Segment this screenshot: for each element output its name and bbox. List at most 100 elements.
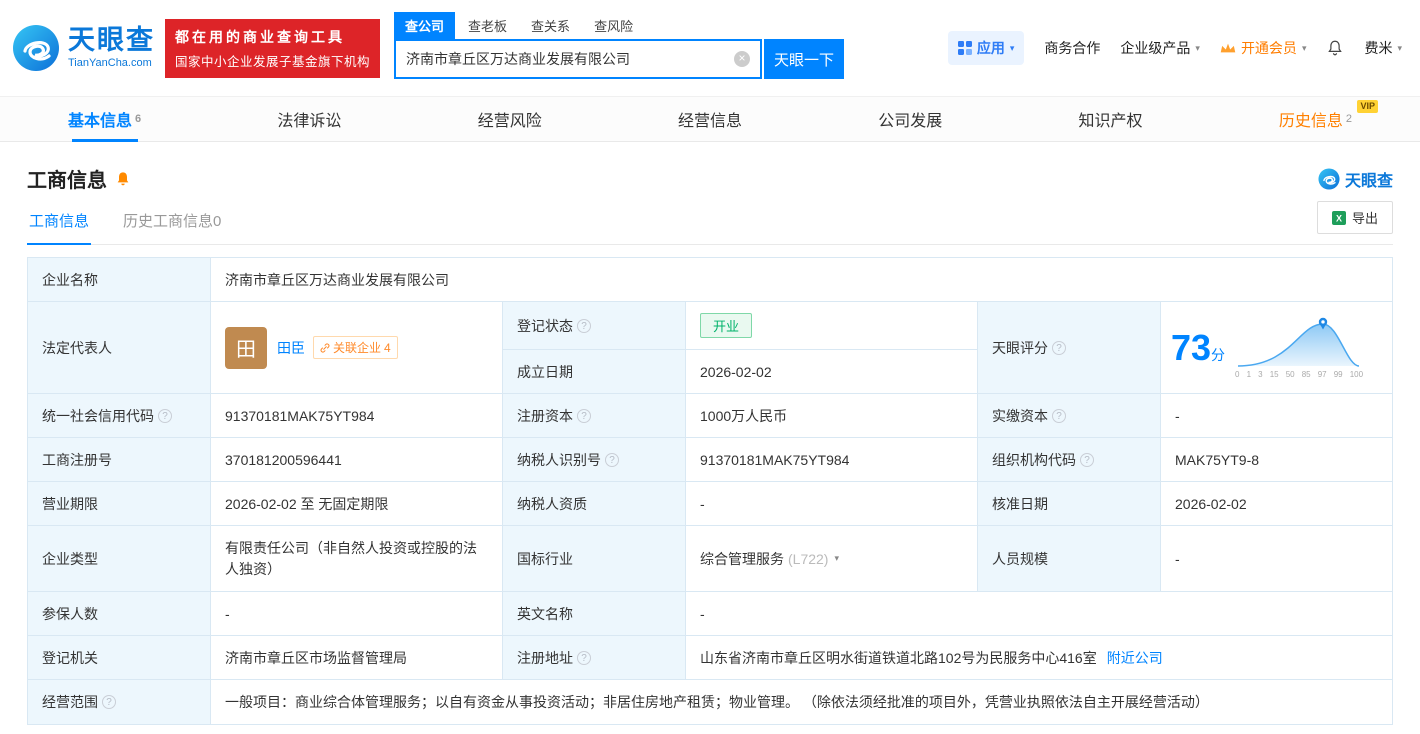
axis-tick-label: 50 bbox=[1285, 369, 1295, 379]
table-row: 经营范围 ? 一般项目：商业综合体管理服务；以自有资金从事投资活动；非居住房地产… bbox=[28, 680, 1392, 724]
avatar[interactable]: 田 bbox=[225, 326, 267, 369]
clear-icon[interactable]: × bbox=[734, 51, 751, 67]
nav-apps[interactable]: 应用 ▾ bbox=[947, 31, 1025, 65]
chevron-down-icon: ▾ bbox=[1301, 42, 1307, 53]
industry-code: (L722) bbox=[788, 550, 829, 567]
logo-subtitle: TianYanCha.com bbox=[68, 57, 152, 69]
authority-value: 济南市章丘区市场监督管理局 bbox=[211, 636, 503, 680]
credit-code-value: 91370181MAK75YT984 bbox=[211, 394, 503, 438]
nav-enterprise-products[interactable]: 企业级产品 ▾ bbox=[1120, 38, 1200, 58]
approval-date-value: 2026-02-02 bbox=[1161, 482, 1392, 526]
tianyancha-logo-icon bbox=[13, 25, 59, 71]
related-companies-count: 4 bbox=[384, 340, 391, 355]
help-icon[interactable]: ? bbox=[577, 318, 591, 333]
subscribe-bell-icon[interactable] bbox=[115, 171, 131, 187]
help-icon[interactable]: ? bbox=[577, 650, 591, 665]
subtab-history-business-info[interactable]: 历史工商信息0 bbox=[121, 197, 223, 244]
nav-enterprise-label: 企业级产品 bbox=[1120, 40, 1191, 56]
industry-value[interactable]: 综合管理服务 (L722) ▾ bbox=[686, 526, 978, 592]
search-tab-boss[interactable]: 查老板 bbox=[457, 12, 518, 39]
tab-history-info[interactable]: 历史信息 2 VIP bbox=[1269, 97, 1378, 141]
legal-rep-name-link[interactable]: 田臣 bbox=[277, 338, 305, 358]
table-row: 法定代表人 田 田臣 关联企业 4 登记状态 ? 开业 成立日期 2026-02… bbox=[28, 302, 1392, 394]
nav-notifications[interactable] bbox=[1326, 39, 1344, 57]
nav-user-menu[interactable]: 费米 ▾ bbox=[1364, 38, 1402, 58]
excel-icon: X bbox=[1331, 210, 1346, 225]
score-chart: 0 1 3 15 50 85 97 99 100 bbox=[1235, 317, 1363, 379]
nav-open-vip[interactable]: 开通会员 ▾ bbox=[1220, 38, 1307, 58]
chevron-down-icon: ▾ bbox=[1397, 42, 1402, 53]
taxpayer-id-value: 91370181MAK75YT984 bbox=[686, 438, 978, 482]
axis-tick-label: 100 bbox=[1349, 369, 1364, 379]
axis-tick-label: 3 bbox=[1258, 369, 1263, 379]
tab-business-info[interactable]: 经营信息 bbox=[668, 97, 752, 141]
axis-tick-label: 15 bbox=[1269, 369, 1279, 379]
industry-label-cell: 国标行业 bbox=[503, 526, 686, 592]
search-tab-relation[interactable]: 查关系 bbox=[520, 12, 581, 39]
paid-capital-value: - bbox=[1161, 394, 1392, 438]
help-icon[interactable]: ? bbox=[577, 408, 591, 423]
tab-operational-risk[interactable]: 经营风险 bbox=[468, 97, 552, 141]
reg-capital-label-cell: 注册资本 ? bbox=[503, 394, 686, 438]
insured-value: - bbox=[211, 592, 503, 636]
en-name-value: - bbox=[686, 592, 1392, 636]
tab-intellectual-property[interactable]: 知识产权 bbox=[1069, 97, 1153, 141]
score-label-cell: 天眼评分 ? bbox=[978, 302, 1161, 394]
tab-history-count: 2 bbox=[1345, 113, 1352, 125]
term-value: 2026-02-02 至 无固定期限 bbox=[211, 482, 503, 526]
scope-value: 一般项目：商业综合体管理服务；以自有资金从事投资活动；非居住房地产租赁；物业管理… bbox=[225, 694, 1209, 710]
chevron-down-icon: ▾ bbox=[1009, 42, 1015, 53]
org-code-value: MAK75YT9-8 bbox=[1161, 438, 1392, 482]
help-icon[interactable]: ? bbox=[1052, 340, 1066, 355]
tab-basic-info-label: 基本信息 bbox=[68, 113, 133, 130]
chevron-down-icon[interactable]: ▾ bbox=[834, 553, 839, 564]
nav-cooperation-label: 商务合作 bbox=[1044, 40, 1101, 56]
export-button[interactable]: X 导出 bbox=[1316, 201, 1393, 234]
address-label-cell: 注册地址 ? bbox=[503, 636, 686, 680]
en-name-label-cell: 英文名称 bbox=[503, 592, 686, 636]
reg-no-label-cell: 工商注册号 bbox=[28, 438, 211, 482]
related-companies-badge[interactable]: 关联企业 4 bbox=[313, 336, 398, 359]
promo-line1: 都在用的商业查询工具 bbox=[175, 28, 345, 45]
tianyancha-watermark: 天眼查 bbox=[1318, 167, 1393, 191]
help-icon[interactable]: ? bbox=[158, 408, 172, 423]
authority-label-cell: 登记机关 bbox=[28, 636, 211, 680]
help-icon[interactable]: ? bbox=[1052, 408, 1066, 423]
promo-line2: 国家中小企业发展子基金旗下机构 bbox=[175, 54, 371, 69]
help-icon[interactable]: ? bbox=[605, 452, 619, 467]
search-button[interactable]: 天眼一下 bbox=[764, 39, 845, 79]
table-row: 登记机关 济南市章丘区市场监督管理局 注册地址 ? 山东省济南市章丘区明水街道铁… bbox=[28, 636, 1392, 680]
axis-tick-label: 85 bbox=[1301, 369, 1311, 379]
help-icon[interactable]: ? bbox=[1080, 452, 1094, 467]
est-date-value: 2026-02-02 bbox=[686, 350, 978, 394]
score-unit: 分 bbox=[1211, 346, 1226, 363]
score-axis-labels: 0 1 3 15 50 85 97 99 100 bbox=[1235, 370, 1363, 379]
business-info-table: 企业名称 济南市章丘区万达商业发展有限公司 法定代表人 田 田臣 关联企业 4 bbox=[27, 257, 1393, 725]
nav-cooperation[interactable]: 商务合作 bbox=[1044, 38, 1100, 58]
tianyancha-watermark-icon bbox=[1318, 167, 1340, 190]
axis-tick-label: 97 bbox=[1317, 369, 1327, 379]
help-icon[interactable]: ? bbox=[102, 695, 116, 709]
company-type-value: 有限责任公司（非自然人投资或控股的法人独资） bbox=[211, 526, 503, 592]
tab-legal-proceedings[interactable]: 法律诉讼 bbox=[267, 97, 351, 141]
watermark-text: 天眼查 bbox=[1344, 172, 1393, 190]
table-row: 参保人数 - 英文名称 - bbox=[28, 592, 1392, 636]
search-input[interactable] bbox=[396, 51, 735, 67]
tab-basic-info-count: 6 bbox=[135, 113, 142, 125]
subtab-business-info[interactable]: 工商信息 bbox=[27, 197, 92, 245]
section-header: 工商信息 天眼查 bbox=[27, 164, 1393, 193]
tianyancha-logo[interactable]: 天眼查 TianYanCha.com bbox=[12, 24, 155, 72]
tab-company-development[interactable]: 公司发展 bbox=[868, 97, 952, 141]
apps-grid-icon bbox=[957, 41, 972, 55]
nearby-companies-link[interactable]: 附近公司 bbox=[1107, 648, 1163, 668]
nav-vip-label: 开通会员 bbox=[1240, 40, 1297, 56]
bell-icon bbox=[1328, 40, 1343, 56]
taxpayer-qual-label-cell: 纳税人资质 bbox=[503, 482, 686, 526]
search-row: × 天眼一下 bbox=[394, 39, 845, 79]
table-row: 工商注册号 370181200596441 纳税人识别号 ? 91370181M… bbox=[28, 438, 1392, 482]
search-tab-risk[interactable]: 查风险 bbox=[583, 12, 644, 39]
approval-date-label-cell: 核准日期 bbox=[978, 482, 1161, 526]
tab-basic-info[interactable]: 基本信息 6 bbox=[58, 97, 151, 141]
search-tab-company[interactable]: 查公司 bbox=[394, 12, 456, 39]
vip-badge: VIP bbox=[1357, 100, 1378, 113]
